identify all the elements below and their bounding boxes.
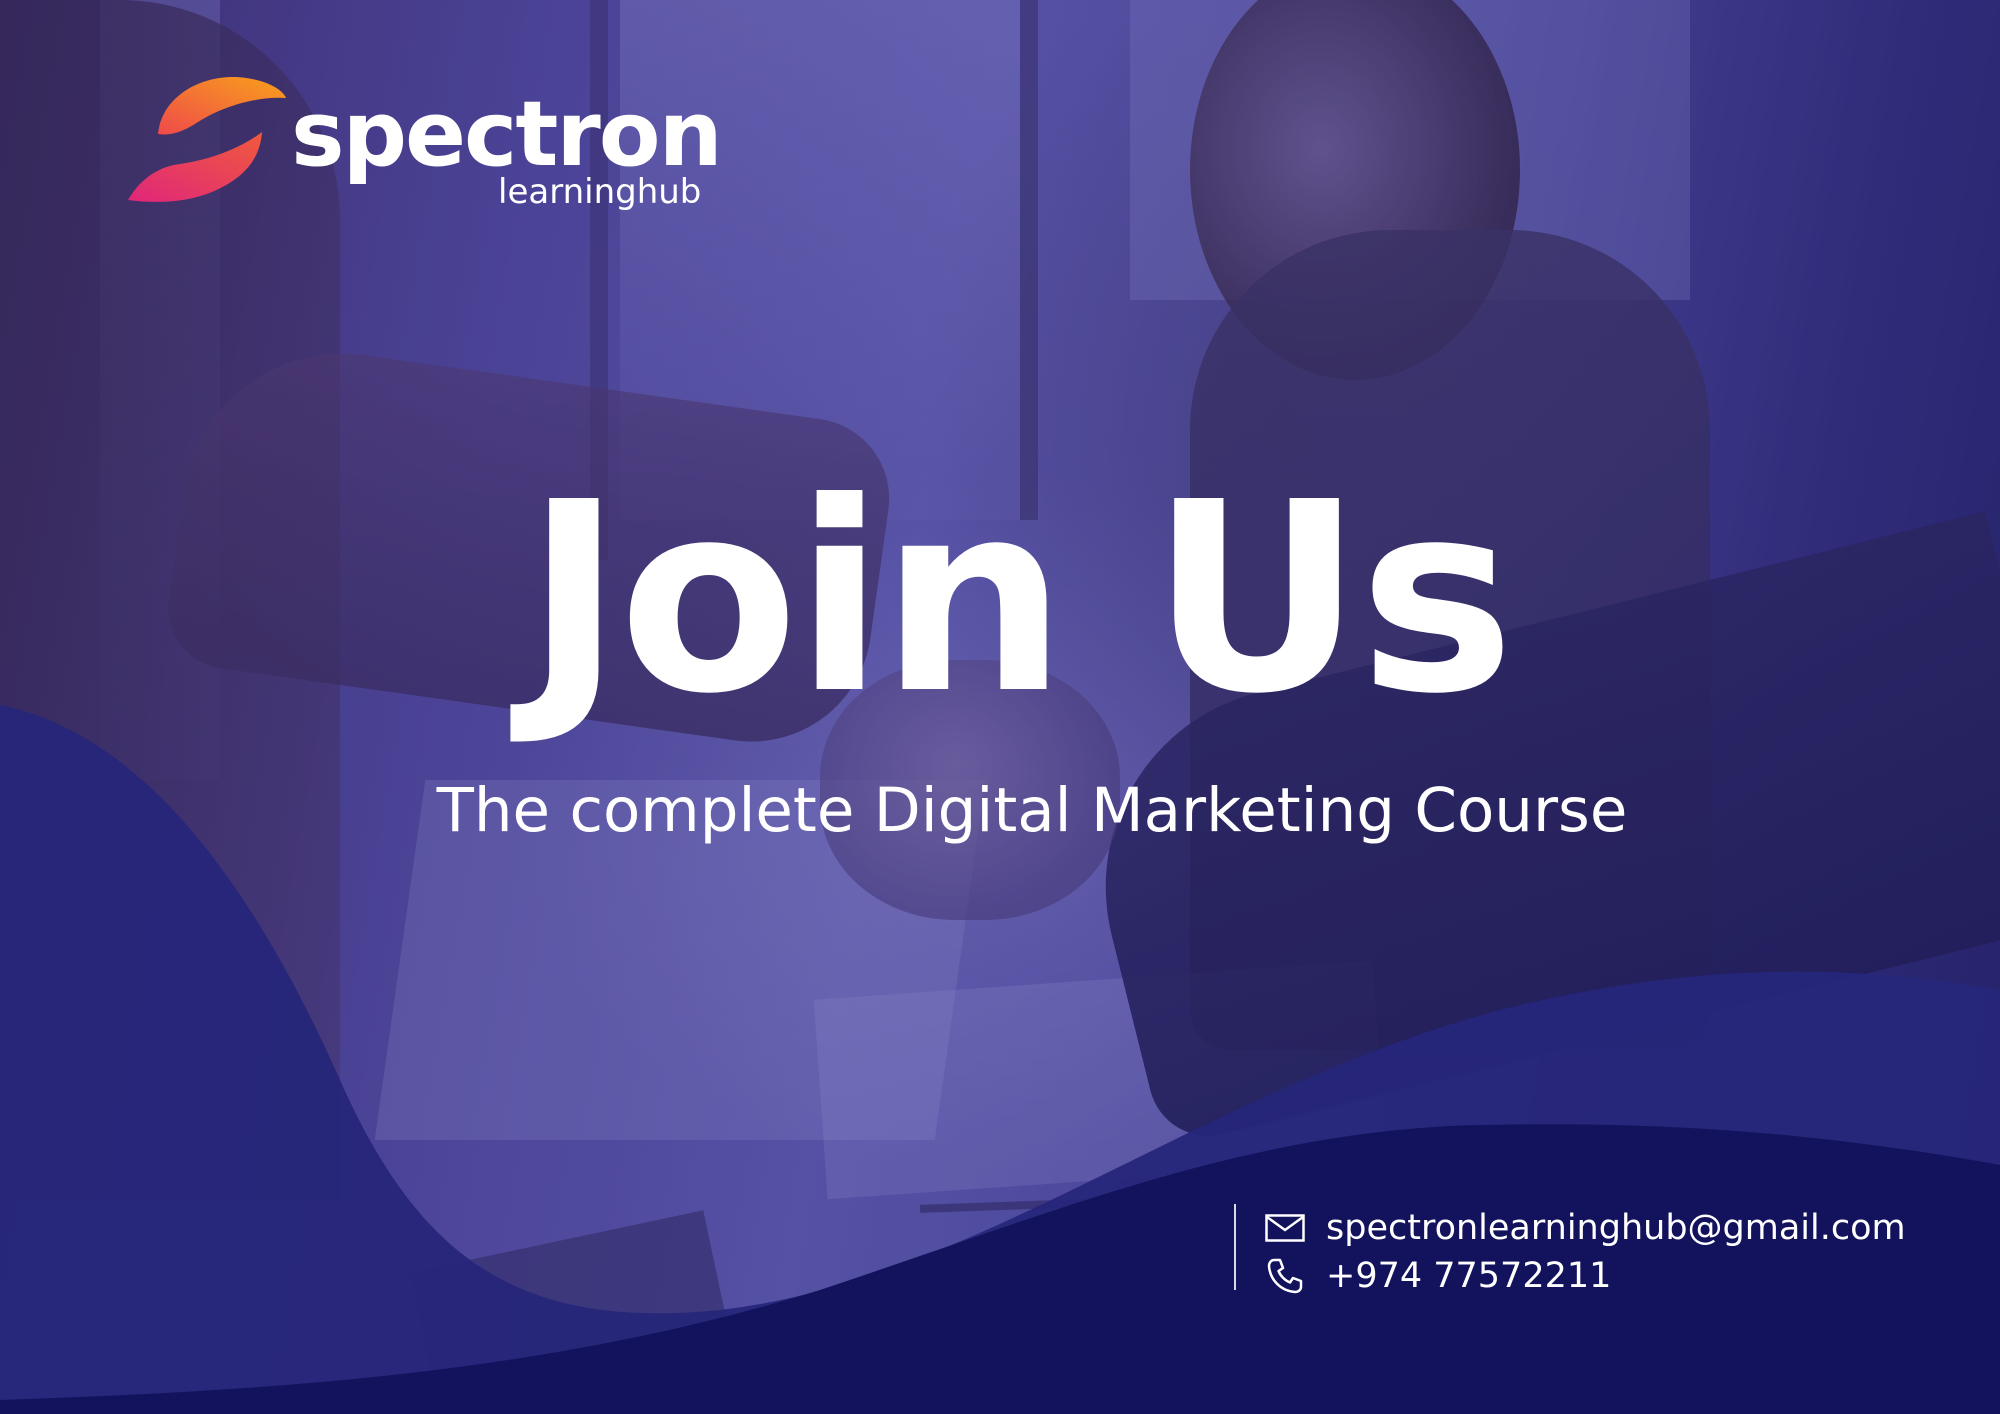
logo: spectron learninghub — [128, 72, 728, 222]
email-row: spectronlearninghub@gmail.com — [1264, 1204, 1906, 1252]
contact-info: spectronlearninghub@gmail.com +974 77572… — [1234, 1204, 1906, 1296]
brand-name: spectron — [291, 82, 723, 187]
envelope-icon — [1264, 1211, 1306, 1245]
poster: spectron learninghub Join Us The complet… — [0, 0, 2000, 1414]
logo-mark-icon — [128, 77, 286, 202]
email-text[interactable]: spectronlearninghub@gmail.com — [1326, 1208, 1906, 1248]
phone-text[interactable]: +974 77572211 — [1326, 1256, 1611, 1296]
brand-tagline: learninghub — [498, 172, 702, 212]
subheadline: The complete Digital Marketing Course — [436, 775, 1628, 846]
phone-icon — [1264, 1258, 1306, 1294]
phone-row: +974 77572211 — [1264, 1252, 1906, 1300]
headline: Join Us — [525, 446, 1515, 751]
